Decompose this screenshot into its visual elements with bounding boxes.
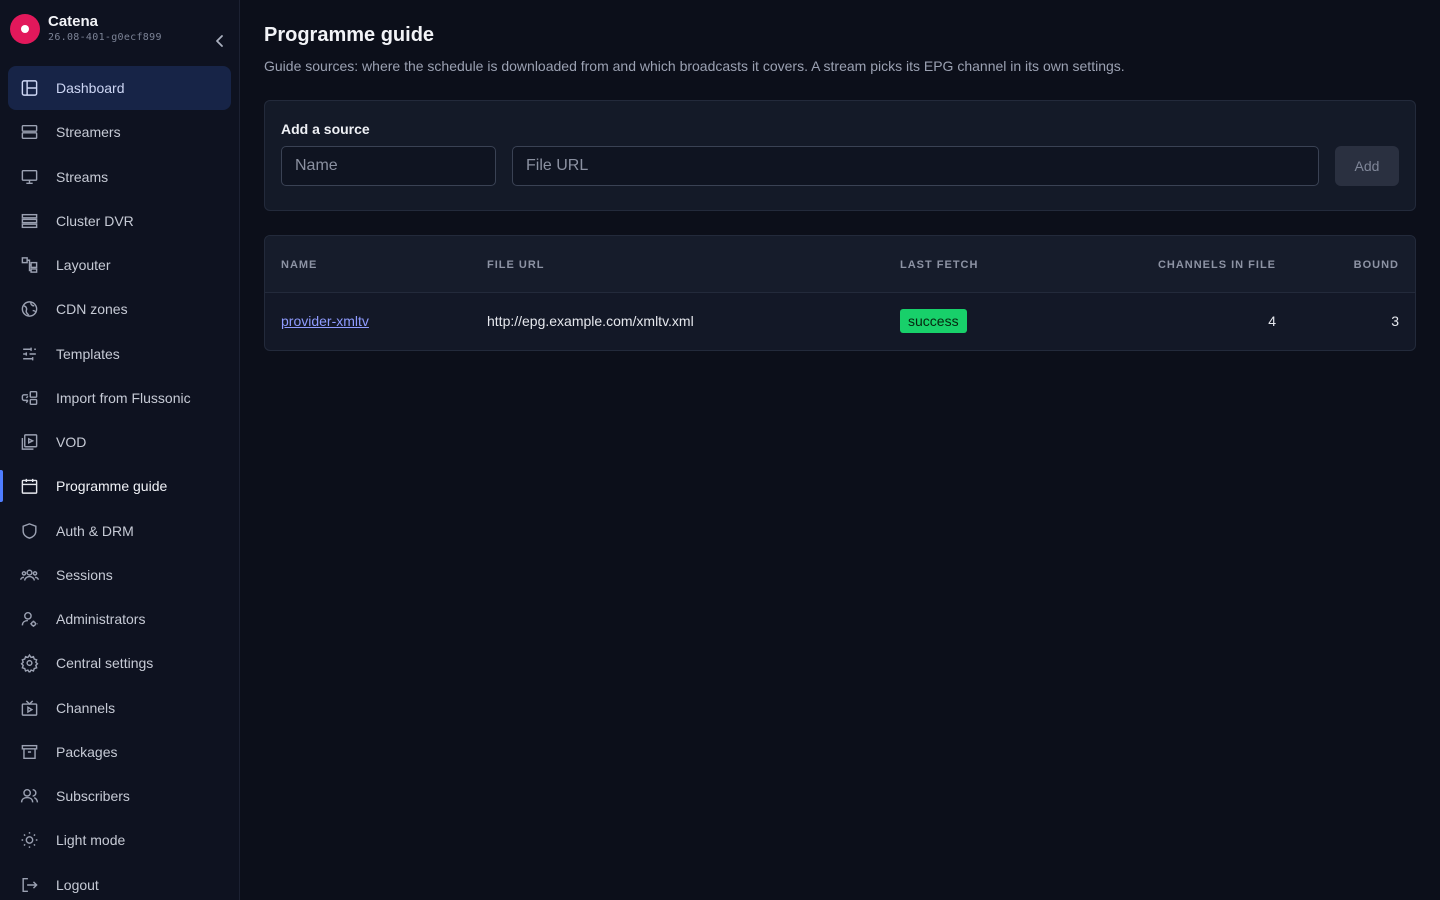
sidebar-item-channels[interactable]: Channels <box>0 686 240 730</box>
sidebar-item-label: Auth & DRM <box>56 522 134 539</box>
sidebar-item-administrators[interactable]: Administrators <box>0 597 240 641</box>
sidebar-item-label: Import from Flussonic <box>56 389 191 406</box>
page-title: Programme guide <box>264 24 435 46</box>
sidebar-item-layouter[interactable]: Layouter <box>0 243 240 287</box>
monitor-icon <box>20 167 39 186</box>
layout-icon <box>20 256 39 275</box>
page-subtitle: Guide sources: where the schedule is dow… <box>264 58 1125 74</box>
sidebar-item-label: Logout <box>56 876 99 893</box>
column-header-name[interactable]: NAME <box>281 259 317 271</box>
column-header-bound[interactable]: BOUND <box>1354 259 1399 271</box>
app-name: Catena <box>48 13 99 30</box>
dashboard-icon <box>20 79 39 98</box>
server-icon <box>20 123 39 142</box>
sidebar-item-label: Sessions <box>56 566 113 583</box>
sidebar-item-light-mode[interactable]: Light mode <box>0 818 240 862</box>
sidebar-item-templates[interactable]: Templates <box>0 332 240 376</box>
add-source-title: Add a source <box>281 121 370 137</box>
sidebar-item-label: Templates <box>56 345 120 362</box>
add-source-button[interactable]: Add <box>1335 146 1399 186</box>
table-header: NAME FILE URL LAST FETCH CHANNELS IN FIL… <box>265 236 1415 293</box>
source-name-link[interactable]: provider-xmltv <box>281 313 369 329</box>
sidebar-item-subscribers[interactable]: Subscribers <box>0 774 240 818</box>
import-icon <box>20 388 39 407</box>
logo <box>10 14 40 44</box>
sidebar-item-label: Central settings <box>56 655 154 672</box>
sidebar-item-label: Programme guide <box>56 478 168 495</box>
sidebar-item-packages[interactable]: Packages <box>0 730 240 774</box>
user-gear-icon <box>20 610 39 629</box>
sidebar: Catena 26.08-401-g0ecf899 Dashboard Stre… <box>0 0 240 900</box>
status-badge: success <box>900 309 967 333</box>
sidebar-item-label: Dashboard <box>56 80 125 97</box>
calendar-icon <box>20 477 39 496</box>
sidebar-item-label: Channels <box>56 699 116 716</box>
collapse-sidebar-button[interactable] <box>210 31 230 51</box>
sun-icon <box>20 831 39 850</box>
globe-icon <box>20 300 39 319</box>
table-row[interactable]: provider-xmltv http://epg.example.com/xm… <box>265 293 1415 350</box>
users-group-icon <box>20 565 39 584</box>
sidebar-item-dashboard[interactable]: Dashboard <box>0 66 240 111</box>
sidebar-item-streams[interactable]: Streams <box>0 155 240 199</box>
file-url-input[interactable] <box>512 146 1319 186</box>
sidebar-item-programme-guide[interactable]: Programme guide <box>0 464 240 508</box>
sidebar-item-auth-drm[interactable]: Auth & DRM <box>0 509 240 553</box>
sidebar-item-label: Streamers <box>56 124 121 141</box>
chevron-left-icon <box>216 35 223 47</box>
sidebar-item-central-settings[interactable]: Central settings <box>0 641 240 685</box>
column-header-last-fetch[interactable]: LAST FETCH <box>900 259 978 271</box>
sliders-icon <box>20 344 39 363</box>
vod-icon <box>20 433 39 452</box>
sidebar-item-label: CDN zones <box>56 301 128 318</box>
sidebar-nav: Dashboard Streamers Streams Cluster DVR … <box>0 66 240 900</box>
source-name-input[interactable] <box>281 146 496 186</box>
column-header-file-url[interactable]: FILE URL <box>487 259 545 271</box>
sidebar-item-label: Packages <box>56 743 118 760</box>
sidebar-item-sessions[interactable]: Sessions <box>0 553 240 597</box>
archive-icon <box>20 742 39 761</box>
sidebar-item-cdn-zones[interactable]: CDN zones <box>0 287 240 331</box>
sidebar-item-streamers[interactable]: Streamers <box>0 110 240 154</box>
shield-icon <box>20 521 39 540</box>
sidebar-item-label: Cluster DVR <box>56 212 134 229</box>
sidebar-item-logout[interactable]: Logout <box>0 863 240 900</box>
sidebar-item-import-from-flussonic[interactable]: Import from Flussonic <box>0 376 240 420</box>
brand: Catena 26.08-401-g0ecf899 <box>10 12 230 48</box>
sources-table: NAME FILE URL LAST FETCH CHANNELS IN FIL… <box>264 235 1416 351</box>
sidebar-item-label: Administrators <box>56 611 146 628</box>
sidebar-item-label: Layouter <box>56 257 111 274</box>
list-icon <box>20 211 39 230</box>
bound-value: 3 <box>1391 313 1399 329</box>
app-version: 26.08-401-g0ecf899 <box>48 32 162 43</box>
channels-in-file-value: 4 <box>1268 313 1276 329</box>
sidebar-item-label: Streams <box>56 168 109 185</box>
sidebar-item-label: VOD <box>56 434 87 451</box>
sidebar-item-label: Subscribers <box>56 788 130 805</box>
source-file-url: http://epg.example.com/xmltv.xml <box>487 313 694 329</box>
users-icon <box>20 787 39 806</box>
tv-icon <box>20 698 39 717</box>
column-header-channels-in-file[interactable]: CHANNELS IN FILE <box>1158 259 1276 271</box>
sidebar-item-cluster-dvr[interactable]: Cluster DVR <box>0 199 240 243</box>
sidebar-item-label: Light mode <box>56 832 126 849</box>
gear-icon <box>20 654 39 673</box>
logout-icon <box>20 875 39 894</box>
sidebar-item-vod[interactable]: VOD <box>0 420 240 464</box>
add-source-card: Add a source Add <box>264 100 1416 211</box>
